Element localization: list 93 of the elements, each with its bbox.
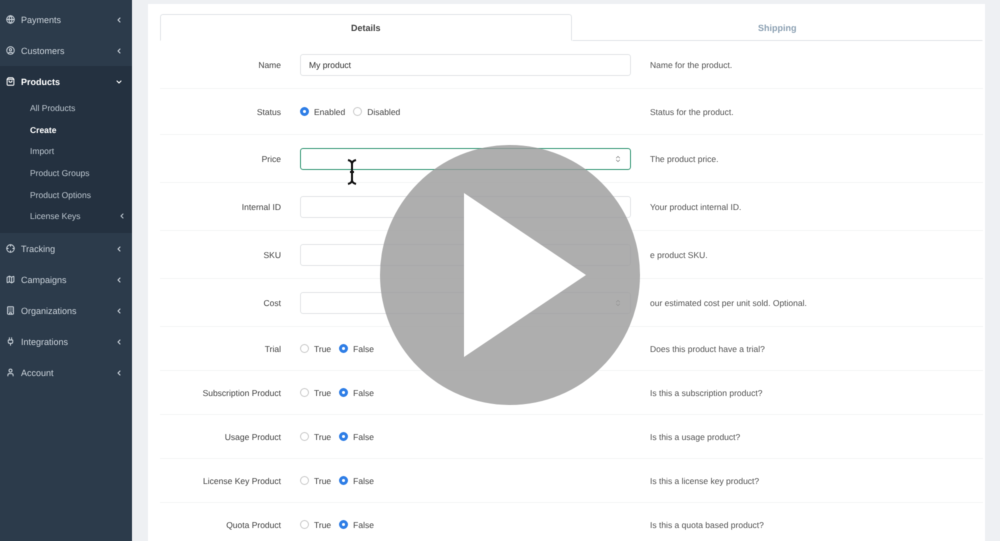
field-label: Status [256,106,281,116]
chevron-icon [115,46,123,54]
menu-icon [6,275,15,284]
help-text: Status for the product. [650,106,734,116]
option-label: True [314,476,332,486]
menu-icon [6,46,15,55]
radio-button[interactable] [300,520,309,529]
menu-icon [6,77,15,86]
submenu-item[interactable]: License Keys [0,205,132,228]
field-label: Trial [264,344,281,354]
chevron-icon [115,78,123,86]
option-label: True [314,344,332,354]
radio-option[interactable]: False [339,388,374,398]
option-label: Enabled [314,106,346,116]
chevron-icon [115,368,123,377]
menu-icon [6,15,15,24]
chevron-icon [115,244,123,253]
option-label: True [314,388,332,398]
chevron-icon [115,306,123,315]
radio-button[interactable] [300,432,309,441]
option-label: False [353,476,374,486]
help-text: Is this a subscription product? [650,388,762,398]
radio-option[interactable]: False [339,520,374,530]
radio-option[interactable]: False [339,476,374,486]
option-label: Disabled [367,106,400,116]
sidebar-item[interactable]: Payments [0,4,132,35]
sidebar-item[interactable]: Products [0,66,132,97]
radio-option[interactable]: True [300,388,332,398]
chevron-icon [115,338,123,346]
menu-icon [6,306,15,316]
help-text: Does this product have a trial? [650,344,765,354]
sidebar-item[interactable]: Customers [0,35,132,66]
help-text: Is this a quota based product? [650,520,764,530]
radio-button[interactable] [339,388,348,397]
menu-icon [6,337,15,346]
chevron-icon [115,276,123,284]
radio-button[interactable] [300,344,309,353]
radio-button[interactable] [300,107,309,116]
radio-button[interactable] [339,520,348,529]
tab[interactable]: Details [160,14,572,41]
field-label: Quota Product [225,520,281,530]
help-text: Is this a license key product? [650,476,760,486]
field-label: SKU [262,250,281,260]
help-text: The product price. [650,154,719,164]
sidebar-item[interactable]: Tracking [0,233,132,264]
option-label: False [353,388,374,398]
menu-icon [6,244,15,254]
option-label: True [314,432,332,442]
radio-option[interactable]: Enabled [300,106,346,116]
field-label: Price [260,154,281,164]
option-label: False [353,520,374,530]
field-label: Name [257,60,281,70]
field-label: Usage Product [224,432,281,442]
help-text: our estimated cost per unit sold. Optional. [650,298,807,308]
field-label: License Key Product [202,476,281,486]
sidebar-item[interactable]: Organizations [0,295,132,326]
sidebar-item[interactable]: Integrations [0,326,132,358]
radio-option[interactable]: True [300,344,332,354]
radio-option[interactable]: Disabled [353,106,400,116]
radio-button[interactable] [339,344,348,353]
field-label: Internal ID [240,202,281,212]
sidebar-item[interactable]: Account [0,357,132,388]
play-button[interactable] [380,145,640,405]
menu-icon [6,368,15,378]
radio-option[interactable]: True [300,432,332,442]
option-label: True [314,520,332,530]
field-label: Subscription Product [202,388,281,398]
submenu-item[interactable]: Product Options [0,184,132,206]
radio-button[interactable] [339,476,348,485]
stepper-icon[interactable] [614,154,622,162]
radio-button[interactable] [339,432,348,441]
radio-button[interactable] [353,107,362,116]
radio-option[interactable]: True [300,476,332,486]
text-cursor-icon [346,158,358,186]
chevron-icon [115,16,123,24]
radio-option[interactable]: True [300,520,332,530]
submenu-item[interactable]: Import [0,140,132,162]
input-field[interactable]: My product [300,54,631,76]
submenu-item[interactable]: All Products [0,97,132,119]
option-label: False [353,432,374,442]
option-label: False [353,344,374,354]
submenu-item[interactable]: Product Groups [0,162,132,184]
radio-button[interactable] [300,388,309,397]
help-text: Your product internal ID. [650,202,742,212]
submenu-item[interactable]: Create [0,118,132,140]
help-text: e product SKU. [650,250,708,260]
help-text: Name for the product. [650,60,732,70]
sidebar-item[interactable]: Campaigns [0,264,132,296]
radio-option[interactable]: False [339,344,374,354]
radio-button[interactable] [300,476,309,485]
radio-option[interactable]: False [339,432,374,442]
help-text: Is this a usage product? [650,432,740,442]
field-label: Cost [262,298,281,308]
